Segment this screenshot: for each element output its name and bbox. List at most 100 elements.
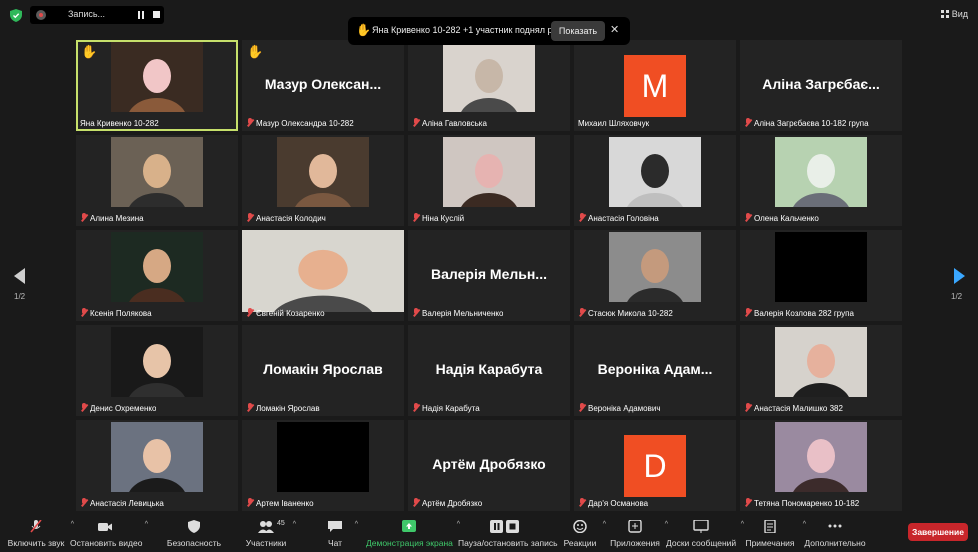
chat-button[interactable]: Чат ^ [320,515,358,552]
participant-name: Мазур Олександра 10-282 [246,118,354,128]
stop-video-button[interactable]: Остановить видео ^ [70,515,148,552]
participant-name: Денис Охременко [80,403,156,413]
participant-tile[interactable]: Анастасія Малишко 382 [740,325,902,416]
participant-display-name: Артём Дробязко [432,456,546,472]
participant-tile[interactable]: Надія Карабута Надія Карабута [408,325,570,416]
participant-tile[interactable]: Олена Кальченко [740,135,902,226]
apps-button[interactable]: Приложения ^ [610,515,668,552]
video-gallery: ✋ Яна Кривенко 10-282 Мазур Олексан... ✋ Маз… [76,40,902,511]
caret-up-icon[interactable]: ^ [293,521,296,528]
participant-tile[interactable]: Анастасія Головіна [574,135,736,226]
participants-count: 45 [277,520,285,527]
participant-tile[interactable]: Ломакін Ярослав Ломакін Ярослав [242,325,404,416]
whiteboard-icon [693,520,709,533]
participant-name-text: Ніна Куслій [422,214,465,223]
notes-button[interactable]: Примечания ^ [742,515,806,552]
view-label: Вид [951,9,968,19]
smiley-icon [573,520,587,533]
view-button[interactable]: Вид [940,9,968,19]
participant-tile[interactable]: Артем Іваненко [242,420,404,511]
participant-name-text: Ксенія Полякова [90,309,152,318]
muted-microphone-icon [578,308,586,317]
unmute-label: Включить звук [7,538,65,548]
participant-tile[interactable]: Анастасія Левицька [76,420,238,511]
participant-name: Ніна Куслій [412,213,464,223]
show-button[interactable]: Показать [551,21,605,41]
muted-microphone-icon [246,213,254,222]
whiteboards-button[interactable]: Доски сообщений ^ [666,515,744,552]
notes-label: Примечания [745,538,795,548]
participant-name: Михаил Шляховчук [578,119,649,128]
participant-tile[interactable]: Валерія Козлова 282 група [740,230,902,321]
end-meeting-button[interactable]: Завершение [908,523,968,541]
shield-icon[interactable] [10,9,22,22]
share-screen-icon [402,520,416,532]
caret-up-icon[interactable]: ^ [603,521,606,528]
participant-tile[interactable]: Євгеній Козаренко [242,230,404,321]
caret-up-icon[interactable]: ^ [355,521,358,528]
share-screen-button[interactable]: Демонстрация экрана ^ [366,515,460,552]
caret-up-icon[interactable]: ^ [145,521,148,528]
participant-name-text: Євгеній Козаренко [256,309,325,318]
muted-microphone-icon [246,403,254,412]
raised-hand-text: Яна Кривенко 10-282 +1 участник поднял р… [372,25,566,35]
avatar: M [624,55,686,117]
participant-video [775,327,867,416]
participant-tile[interactable]: M Михаил Шляховчук [574,40,736,131]
participant-name: Надія Карабута [412,403,480,413]
muted-microphone-icon [246,498,254,507]
security-label: Безопасность [166,538,222,548]
more-button[interactable]: Дополнительно [804,515,866,552]
participant-video [609,137,701,226]
muted-microphone-icon [412,403,420,412]
participant-tile[interactable]: D Дар'я Османова [574,420,736,511]
participant-tile[interactable]: Стасюк Микола 10-282 [574,230,736,321]
recording-indicator: Запись... [30,6,164,24]
muted-microphone-icon [80,403,88,412]
participant-tile[interactable]: Аліна Гавловська [408,40,570,131]
muted-microphone-icon [412,118,420,127]
pause-stop-recording-label: Пауза/остановить запись [458,538,558,548]
participant-name: Тетяна Пономаренко 10-182 [744,498,859,508]
pause-stop-recording-button[interactable]: Пауза/остановить запись [458,515,558,552]
participant-video [277,137,369,226]
participant-video [775,422,867,511]
participant-name-text: Стасюк Микола 10-282 [588,309,673,318]
participant-name-text: Ломакін Ярослав [256,404,320,413]
participant-tile[interactable]: ✋ Яна Кривенко 10-282 [76,40,238,131]
close-icon[interactable]: ✕ [610,23,619,36]
participant-video [775,137,867,226]
participant-name: Артем Іваненко [246,498,314,508]
notes-icon [764,520,776,533]
raised-hand-icon: ✋ [247,44,264,59]
participant-tile[interactable]: Анастасія Колодич [242,135,404,226]
pause-recording-icon[interactable] [136,10,146,20]
participant-name-text: Дар'я Османова [588,499,649,508]
participant-tile[interactable]: Мазур Олексан... ✋ Мазур Олександра 10-282 [242,40,404,131]
whiteboards-label: Доски сообщений [666,538,737,548]
participant-name-text: Денис Охременко [90,404,157,413]
participant-name: Ломакін Ярослав [246,403,320,413]
chat-bubble-icon [328,521,342,532]
stop-recording-icon[interactable] [153,11,160,18]
participant-tile[interactable]: Валерія Мельн... Валерія Мельниченко [408,230,570,321]
participants-button[interactable]: 45 Участники ^ [244,515,296,552]
participant-tile[interactable]: Тетяна Пономаренко 10-182 [740,420,902,511]
security-button[interactable]: Безопасность [166,515,222,552]
reactions-button[interactable]: Реакции ^ [562,515,606,552]
participant-tile[interactable]: Алина Мезина [76,135,238,226]
participant-tile[interactable]: Ксенія Полякова [76,230,238,321]
participant-display-name: Мазур Олексан... [264,76,382,92]
participant-tile[interactable]: Денис Охременко [76,325,238,416]
next-page-arrow-icon[interactable] [954,268,965,284]
previous-page-arrow-icon[interactable] [14,268,25,284]
raised-hand-notification: ✋ Яна Кривенко 10-282 +1 участник поднял… [348,17,630,45]
participant-name: Олена Кальченко [744,213,819,223]
unmute-button[interactable]: Включить звук ^ [6,515,74,552]
participant-tile[interactable]: Аліна Загрєбає... Аліна Загрєбаєва 10-182… [740,40,902,131]
participant-tile[interactable]: Ніна Куслій [408,135,570,226]
participant-tile[interactable]: Вероніка Адам... Вероніка Адамович [574,325,736,416]
share-screen-label: Демонстрация экрана [366,538,453,548]
video-camera-icon [98,523,112,531]
participant-tile[interactable]: Артём Дробязко Артём Дробязко [408,420,570,511]
